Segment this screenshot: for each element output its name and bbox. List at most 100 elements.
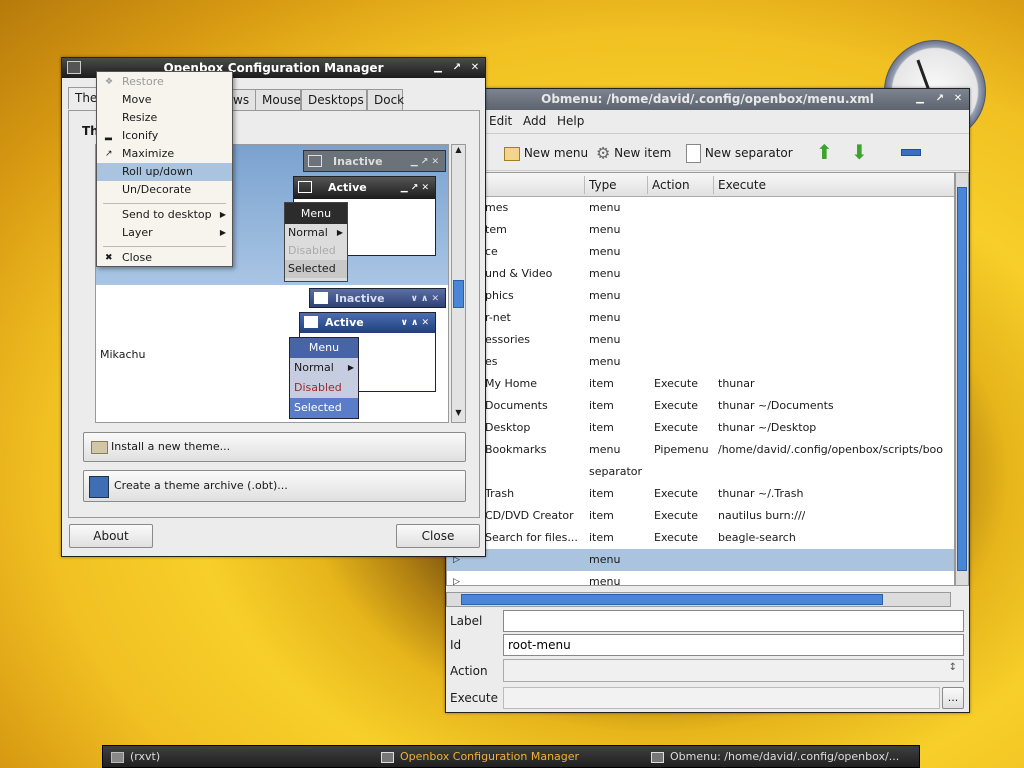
close-button[interactable]: Close [396,524,480,548]
tab-desktops[interactable]: Desktops [301,89,367,111]
row-execute: thunar ~/Desktop [718,421,817,434]
maximize-icon[interactable]: ↗ [448,58,466,78]
new-item-button[interactable]: ⚙ New item [596,142,671,164]
scroll-up-icon[interactable]: ▲ [452,145,465,159]
menu-add[interactable]: Add [523,114,546,128]
table-row[interactable]: Trash item Execute thunar ~/.Trash [447,483,954,505]
scroll-thumb[interactable] [957,187,967,571]
menu-item-decorate[interactable]: Un/Decorate [97,181,232,199]
table-row[interactable]: mes menu [447,197,954,219]
window-context-menu: ❖ Restore Move Resize ▂ Iconify ↗ Maximize … [96,71,233,267]
menu-item-move[interactable]: Move [97,91,232,109]
table-row[interactable]: CD/DVD Creator item Execute nautilus burn:/… [447,505,954,527]
menu-item-resize[interactable]: Resize [97,109,232,127]
about-button[interactable]: About [69,524,153,548]
table-row[interactable]: phics menu [447,285,954,307]
table-row[interactable]: tem menu [447,219,954,241]
table-row[interactable]: menu ▷ [447,549,954,571]
menu-item-maximize[interactable]: ↗ Maximize [97,145,232,163]
preview-menu: Menu Normal ▶ Disabled Selected [284,202,348,282]
task-obmenu[interactable]: Obmenu: /home/david/.config/openbox/... [651,746,919,767]
row-type: menu [589,289,621,302]
row-label: essories [485,333,531,346]
obmenu-titlebar[interactable]: Obmenu: /home/david/.config/openbox/menu… [446,89,969,110]
row-action: Execute [654,509,698,522]
table-row[interactable]: r-net menu [447,307,954,329]
table-row[interactable]: Search for files... item Execute beagle-sea… [447,527,954,549]
column-type[interactable]: Type [589,178,617,192]
column-execute[interactable]: Execute [718,178,766,192]
minimize-icon[interactable]: ▁ [429,58,447,78]
move-down-icon[interactable]: ⬇ [851,140,868,164]
label-input[interactable] [503,610,964,632]
theme-name-mikachu[interactable]: Mikachu [100,348,145,361]
task-ocm[interactable]: Openbox Configuration Manager [381,746,641,767]
close-icon[interactable]: ✕ [949,89,967,109]
table-row[interactable]: Bookmarks menu Pipemenu/home/david/.config… [447,439,954,461]
execute-input[interactable] [503,687,940,709]
table-row[interactable]: separator [447,461,954,483]
menu-tree: Type Action Execute mes menu tem menu ce menu… [446,172,955,586]
tree-hscrollbar[interactable] [446,592,951,607]
install-theme-button[interactable]: Install a new theme... [83,432,466,462]
window-icon [304,316,318,328]
tab-windows[interactable]: ws [230,89,256,111]
new-separator-button[interactable]: New separator [686,142,793,164]
menu-item-restore[interactable]: ❖ Restore [97,73,232,91]
tree-vscrollbar[interactable] [955,172,969,586]
table-row[interactable]: und & Video menu [447,263,954,285]
create-archive-button[interactable]: Create a theme archive (.obt)... [83,470,466,502]
action-select[interactable]: ↕ [503,659,964,682]
menu-item-layer[interactable]: Layer ▶ [97,224,232,242]
menu-edit[interactable]: Edit [489,114,512,128]
column-action[interactable]: Action [652,178,690,192]
row-type: menu [589,333,621,346]
menu-item-send-to-desktop[interactable]: Send to desktop ▶ [97,206,232,224]
id-input[interactable] [503,634,964,656]
window-icon [298,181,312,193]
row-execute: thunar [718,377,755,390]
tree-header: Type Action Execute [447,173,954,197]
row-execute: beagle-search [718,531,796,544]
row-type: menu [589,245,621,258]
label-field-label: Label [450,614,483,628]
expander-icon[interactable]: ▷ [453,571,460,585]
menu-help[interactable]: Help [557,114,584,128]
row-label: Desktop [485,421,531,434]
row-label: Documents [485,399,548,412]
task-rxvt[interactable]: (rxvt) [111,746,371,767]
table-row[interactable]: Desktop item Execute thunar ~/Desktop [447,417,954,439]
submenu-arrow-icon: ▶ [219,210,226,219]
menu-item-roll[interactable]: Roll up/down [97,163,232,181]
row-label: mes [485,201,509,214]
table-row[interactable]: es menu [447,351,954,373]
window-menu-icon[interactable] [67,61,81,74]
menu-item-iconify[interactable]: ▂ Iconify [97,127,232,145]
table-row[interactable]: ce menu [447,241,954,263]
scroll-thumb[interactable] [453,280,464,308]
archive-icon [89,476,109,498]
theme-list-scrollbar[interactable]: ▲ ▼ [451,144,466,423]
obmenu-title: Obmenu: /home/david/.config/openbox/menu… [541,92,874,106]
remove-icon[interactable] [901,149,921,156]
table-row[interactable]: My Home item Execute thunar [447,373,954,395]
row-type: menu [589,355,621,368]
tab-mouse[interactable]: Mouse [255,89,301,111]
table-row[interactable]: menu ▷ [447,571,954,585]
tab-dock[interactable]: Dock [367,89,404,111]
maximize-icon[interactable]: ↗ [931,89,949,109]
browse-button[interactable]: ... [942,687,964,709]
submenu-arrow-icon: ▶ [219,228,226,237]
table-row[interactable]: Documents item Execute thunar ~/Documents [447,395,954,417]
minimize-icon[interactable]: ▁ [911,89,929,109]
row-label: My Home [485,377,537,390]
close-icon[interactable]: ✕ [466,58,484,78]
table-row[interactable]: essories menu [447,329,954,351]
obmenu-toolbar: New menu ⚙ New item New separator ⬆ ⬇ [446,133,969,171]
scroll-down-icon[interactable]: ▼ [452,408,465,422]
hscroll-thumb[interactable] [461,594,883,605]
menu-item-close[interactable]: ✖ Close [97,249,232,267]
new-menu-button[interactable]: New menu [504,142,588,164]
row-type: item [589,377,614,390]
move-up-icon[interactable]: ⬆ [816,140,833,164]
